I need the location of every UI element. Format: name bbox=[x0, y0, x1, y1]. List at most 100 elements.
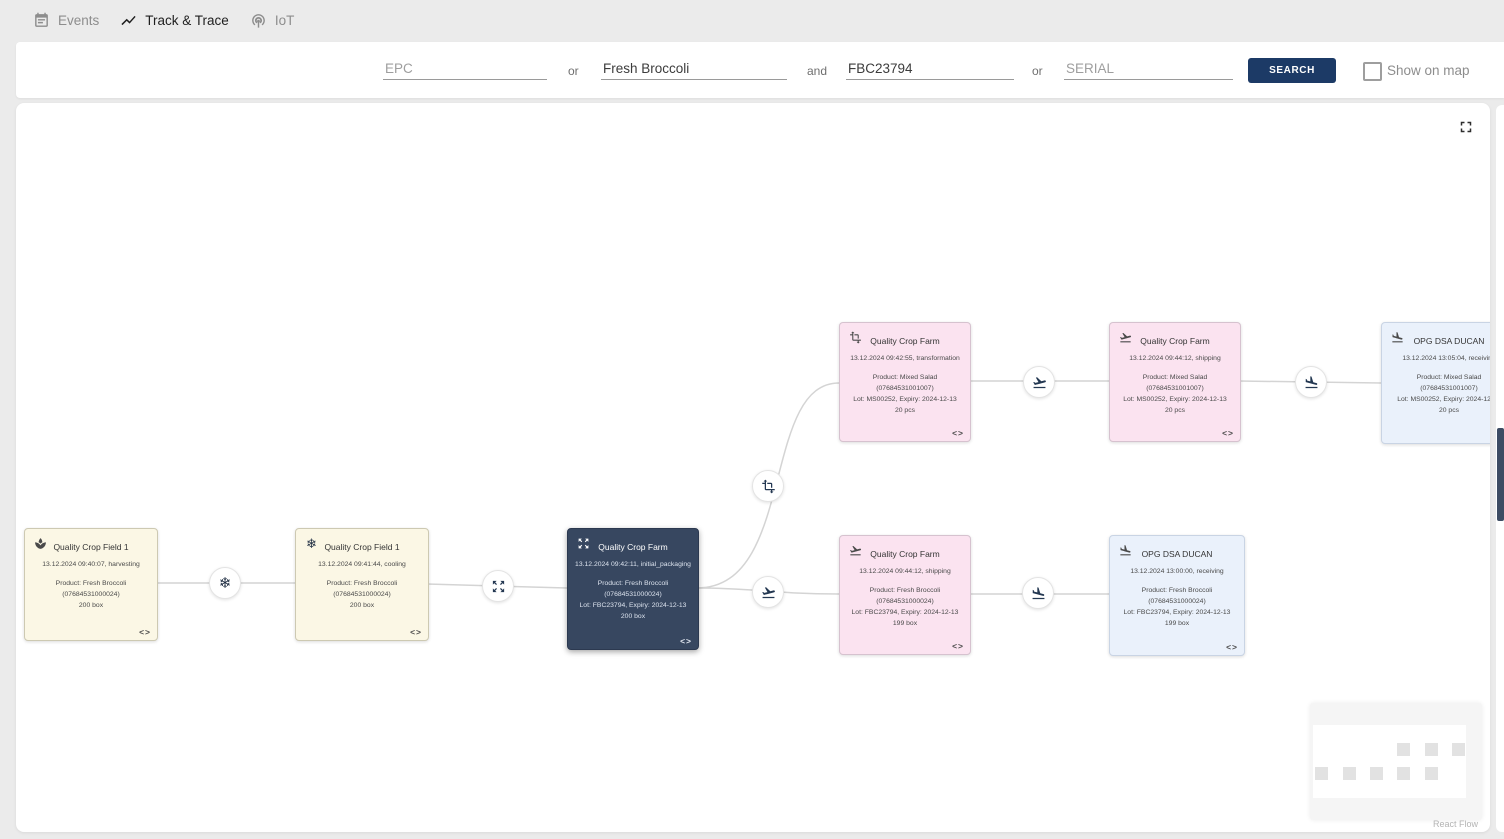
snowflake-icon: ❄ bbox=[305, 537, 318, 550]
flight-takeoff-icon bbox=[849, 544, 862, 557]
flight-land-icon bbox=[1119, 544, 1132, 557]
node-title: Quality Crop Field 1 bbox=[324, 542, 399, 552]
node-timestamp: 13.12.2024 09:44:12, shipping bbox=[1110, 355, 1240, 362]
flow-node-transformation[interactable]: Quality Crop Farm 13.12.2024 09:42:55, t… bbox=[839, 322, 971, 442]
tab-iot[interactable]: IoT bbox=[250, 12, 295, 29]
flow-edges bbox=[16, 103, 1490, 832]
flow-node-cooling[interactable]: ❄ Quality Crop Field 1 13.12.2024 09:41:… bbox=[295, 528, 429, 641]
antenna-icon bbox=[250, 12, 267, 29]
edge-event-shipping[interactable] bbox=[752, 576, 784, 608]
packaging-icon bbox=[491, 579, 506, 594]
tab-events[interactable]: Events bbox=[33, 12, 99, 29]
fullscreen-icon[interactable] bbox=[1457, 118, 1475, 136]
node-line: (07684531001007) bbox=[1382, 384, 1490, 395]
node-title: Quality Crop Farm bbox=[1140, 336, 1209, 346]
flow-node-initial-packaging[interactable]: Quality Crop Farm 13.12.2024 09:42:11, i… bbox=[567, 528, 699, 650]
edge-event-transformation[interactable] bbox=[752, 470, 784, 502]
node-line: (07684531000024) bbox=[568, 590, 698, 601]
flow-node-harvesting[interactable]: Quality Crop Field 1 13.12.2024 09:40:07… bbox=[24, 528, 158, 641]
node-line: 20 pcs bbox=[840, 406, 970, 417]
node-line: Product: Mixed Salad bbox=[840, 373, 970, 384]
transformation-icon bbox=[761, 479, 776, 494]
minimap-node bbox=[1425, 767, 1438, 780]
node-line: Lot: FBC23794, Expiry: 2024-12-13 bbox=[1110, 608, 1244, 619]
code-icon[interactable]: <> bbox=[1226, 642, 1238, 652]
flow-node-receiving-broccoli[interactable]: OPG DSA DUCAN 13.12.2024 13:00:00, recei… bbox=[1109, 535, 1245, 656]
search-bar: or and or SEARCH Show on map bbox=[16, 42, 1504, 98]
flow-node-shipping-salad[interactable]: Quality Crop Farm 13.12.2024 09:44:12, s… bbox=[1109, 322, 1241, 442]
top-nav: Events Track & Trace IoT bbox=[0, 0, 1504, 41]
snowflake-icon: ❄ bbox=[219, 576, 232, 591]
epc-input[interactable] bbox=[383, 58, 547, 80]
node-line: Lot: MS00252, Expiry: 2024-12-13 bbox=[840, 395, 970, 406]
flight-land-icon bbox=[1391, 331, 1404, 344]
flow-node-shipping-broccoli[interactable]: Quality Crop Farm 13.12.2024 09:44:12, s… bbox=[839, 535, 971, 655]
minimap-node bbox=[1397, 767, 1410, 780]
calendar-icon bbox=[33, 12, 50, 29]
harvest-icon bbox=[34, 537, 47, 550]
packaging-icon bbox=[577, 537, 590, 550]
tab-track-trace[interactable]: Track & Trace bbox=[120, 12, 229, 29]
node-timestamp: 13.12.2024 09:44:12, shipping bbox=[840, 568, 970, 575]
scrollbar-thumb[interactable] bbox=[1497, 428, 1504, 521]
react-flow-attribution: React Flow bbox=[1433, 819, 1478, 829]
node-line: (07684531001007) bbox=[840, 384, 970, 395]
minimap[interactable] bbox=[1310, 703, 1482, 820]
serial-input[interactable] bbox=[1064, 58, 1233, 80]
flight-land-icon bbox=[1031, 586, 1046, 601]
search-button[interactable]: SEARCH bbox=[1248, 58, 1336, 83]
code-icon[interactable]: <> bbox=[680, 636, 692, 646]
node-title: OPG DSA DUCAN bbox=[1142, 549, 1213, 559]
code-icon[interactable]: <> bbox=[139, 627, 151, 637]
node-line: (07684531000024) bbox=[840, 597, 970, 608]
node-line: 200 box bbox=[296, 601, 428, 612]
transformation-icon bbox=[849, 331, 862, 344]
node-line: 200 box bbox=[568, 612, 698, 623]
trace-chart-icon bbox=[120, 12, 137, 29]
or-label: or bbox=[1032, 64, 1043, 78]
node-title: Quality Crop Farm bbox=[870, 549, 939, 559]
node-line: Lot: FBC23794, Expiry: 2024-12-13 bbox=[840, 608, 970, 619]
show-on-map-label: Show on map bbox=[1387, 63, 1470, 78]
show-on-map-checkbox[interactable] bbox=[1363, 62, 1382, 81]
flight-takeoff-icon bbox=[761, 585, 776, 600]
node-title: OPG DSA DUCAN bbox=[1414, 336, 1485, 346]
flow-canvas[interactable]: Quality Crop Field 1 13.12.2024 09:40:07… bbox=[16, 103, 1490, 832]
node-line: Product: Mixed Salad bbox=[1110, 373, 1240, 384]
node-line: 199 box bbox=[840, 619, 970, 630]
code-icon[interactable]: <> bbox=[952, 428, 964, 438]
node-line: Lot: MS00252, Expiry: 2024-12-13 bbox=[1382, 395, 1490, 406]
and-label: and bbox=[807, 64, 827, 78]
tab-iot-label: IoT bbox=[275, 13, 295, 28]
tab-events-label: Events bbox=[58, 13, 99, 28]
flight-land-icon bbox=[1304, 375, 1319, 390]
edge-event-receiving[interactable] bbox=[1022, 577, 1054, 609]
edge-event-shipping[interactable] bbox=[1023, 366, 1055, 398]
or-label: or bbox=[568, 64, 579, 78]
lot-input[interactable] bbox=[846, 58, 1014, 80]
node-line: Product: Fresh Broccoli bbox=[296, 579, 428, 590]
node-line: Product: Fresh Broccoli bbox=[568, 579, 698, 590]
flow-node-receiving-salad[interactable]: OPG DSA DUCAN 13.12.2024 13:05:04, recei… bbox=[1381, 322, 1490, 444]
edge-event-receiving[interactable] bbox=[1295, 366, 1327, 398]
minimap-node bbox=[1370, 767, 1383, 780]
minimap-node bbox=[1425, 743, 1438, 756]
node-line: 200 box bbox=[25, 601, 157, 612]
product-input[interactable] bbox=[601, 58, 787, 80]
code-icon[interactable]: <> bbox=[1222, 428, 1234, 438]
code-icon[interactable]: <> bbox=[952, 641, 964, 651]
node-line: Product: Fresh Broccoli bbox=[25, 579, 157, 590]
node-title: Quality Crop Farm bbox=[598, 542, 667, 552]
node-line: Lot: MS00252, Expiry: 2024-12-13 bbox=[1110, 395, 1240, 406]
node-title: Quality Crop Farm bbox=[870, 336, 939, 346]
edge-event-cooling[interactable]: ❄ bbox=[209, 567, 241, 599]
minimap-node bbox=[1397, 743, 1410, 756]
node-title: Quality Crop Field 1 bbox=[53, 542, 128, 552]
flight-takeoff-icon bbox=[1119, 331, 1132, 344]
edge-event-packaging[interactable] bbox=[482, 570, 514, 602]
node-line: Product: Fresh Broccoli bbox=[840, 586, 970, 597]
flight-takeoff-icon bbox=[1032, 375, 1047, 390]
node-timestamp: 13.12.2024 09:42:11, initial_packaging bbox=[568, 561, 698, 568]
node-line: (07684531000024) bbox=[25, 590, 157, 601]
code-icon[interactable]: <> bbox=[410, 627, 422, 637]
